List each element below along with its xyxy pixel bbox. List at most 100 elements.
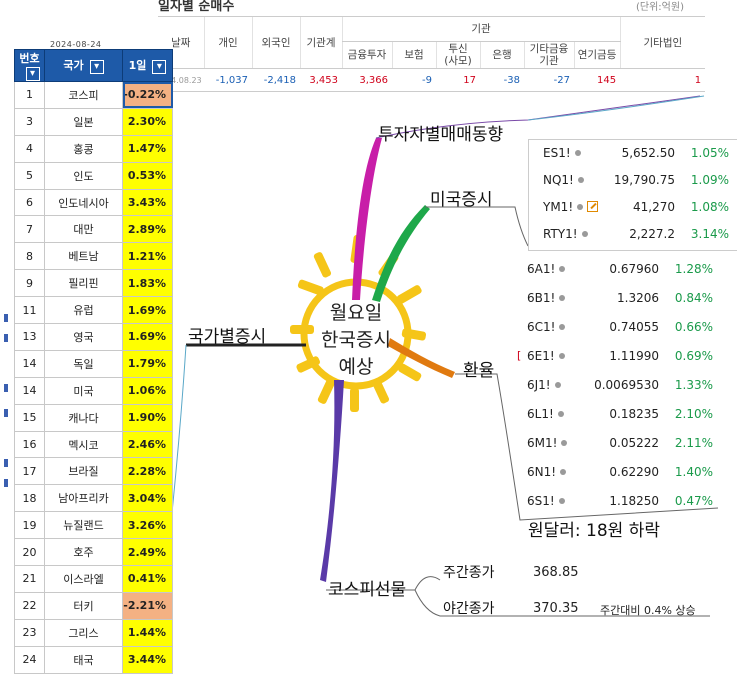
cell-country[interactable]: 베트남 (44, 242, 123, 271)
cell-country[interactable]: 인도 (44, 161, 123, 190)
node-krw-usd[interactable]: 원달러: 18원 하락 (528, 516, 660, 541)
cell-no[interactable]: 19 (14, 511, 45, 540)
cell-country[interactable]: 홍콩 (44, 134, 123, 163)
cell-pct[interactable]: 3.26% (122, 511, 173, 540)
cell-pct[interactable]: 1.47% (122, 134, 173, 163)
filter-icon[interactable]: ▾ (25, 67, 40, 81)
cell-country[interactable]: 일본 (44, 107, 123, 136)
cell-no[interactable]: 7 (14, 215, 45, 244)
filter-icon[interactable]: ▾ (89, 60, 104, 74)
fx-row[interactable]: 6C1! 0.74055 0.66% (515, 314, 719, 343)
quote-row[interactable]: ES1! 5,652.50 1.05% (529, 140, 737, 167)
table-row[interactable]: 20 호주 2.49% (14, 538, 173, 567)
fx-row[interactable]: 6J1! 0.0069530 1.33% (515, 372, 719, 401)
table-row[interactable]: 18 남아프리카 3.04% (14, 484, 173, 513)
cell-country[interactable]: 독일 (44, 349, 123, 378)
fx-row[interactable]: 6N1! 0.62290 1.40% (515, 459, 719, 488)
cell-pct[interactable]: 3.04% (122, 484, 173, 513)
table-row[interactable]: 9 필리핀 1.83% (14, 269, 173, 298)
table-row[interactable]: 14 미국 1.06% (14, 376, 173, 405)
cell-country[interactable]: 터키 (44, 591, 123, 620)
col-header-country[interactable]: 국가 ▾ (44, 49, 123, 82)
table-row[interactable]: 24 태국 3.44% (14, 645, 173, 674)
cell-no[interactable]: 3 (14, 107, 45, 136)
cell-no[interactable]: 18 (14, 484, 45, 513)
cell-no[interactable]: 5 (14, 161, 45, 190)
node-night-close[interactable]: 야간종가 (443, 598, 495, 618)
table-row[interactable]: 7 대만 2.89% (14, 215, 173, 244)
cell-pct[interactable]: -0.22% (122, 81, 173, 109)
cell-pct[interactable]: 0.53% (122, 161, 173, 190)
col-header-no[interactable]: 번호▾ (14, 49, 45, 82)
cell-no[interactable]: 13 (14, 323, 45, 351)
fx-row[interactable]: [6E1! 1.11990 0.69% (515, 343, 719, 372)
fx-row[interactable]: 6A1! 0.67960 1.28% (515, 256, 719, 285)
cell-no[interactable]: 1 (14, 81, 45, 109)
filter-icon[interactable]: ▾ (152, 60, 167, 74)
cell-country[interactable]: 인도네시아 (44, 188, 123, 217)
fx-row[interactable]: 6L1! 0.18235 2.10% (515, 401, 719, 430)
cell-no[interactable]: 14 (14, 349, 45, 378)
cell-pct[interactable]: 1.44% (122, 618, 173, 647)
node-kospi-futures[interactable]: 코스피선물 (328, 575, 406, 600)
cell-no[interactable]: 21 (14, 565, 45, 593)
node-country-market[interactable]: 국가별증시 (188, 322, 266, 347)
cell-no[interactable]: 16 (14, 430, 45, 459)
cell-pct[interactable]: 1.21% (122, 242, 173, 271)
cell-pct[interactable]: 0.41% (122, 565, 173, 593)
cell-country[interactable]: 대만 (44, 215, 123, 244)
cell-pct[interactable]: 1.79% (122, 349, 173, 378)
table-row[interactable]: 16 멕시코 2.46% (14, 430, 173, 459)
cell-country[interactable]: 브라질 (44, 457, 123, 486)
table-row[interactable]: 21 이스라엘 0.41% (14, 565, 173, 593)
node-day-close[interactable]: 주간종가 (443, 562, 495, 582)
fx-row[interactable]: 6B1! 1.3206 0.84% (515, 285, 719, 314)
cell-no[interactable]: 4 (14, 134, 45, 163)
fx-row[interactable]: 6S1! 1.18250 0.47% (515, 488, 719, 517)
cell-country[interactable]: 코스피 (44, 81, 123, 109)
quote-row[interactable]: RTY1! 2,227.2 3.14% (529, 221, 737, 248)
cell-country[interactable]: 미국 (44, 376, 123, 405)
table-row[interactable]: 4 홍콩 1.47% (14, 134, 173, 163)
cell-no[interactable]: 14 (14, 376, 45, 405)
table-row[interactable]: 17 브라질 2.28% (14, 457, 173, 486)
cell-country[interactable]: 영국 (44, 323, 123, 351)
node-fx[interactable]: 환율 (463, 356, 494, 381)
table-row[interactable]: 6 인도네시아 3.43% (14, 188, 173, 217)
col-header-1day[interactable]: 1일 ▾ (122, 49, 173, 82)
cell-pct[interactable]: 1.90% (122, 403, 173, 432)
cell-pct[interactable]: -2.21% (122, 591, 173, 620)
cell-pct[interactable]: 2.46% (122, 430, 173, 459)
cell-pct[interactable]: 3.43% (122, 188, 173, 217)
cell-country[interactable]: 그리스 (44, 618, 123, 647)
table-row[interactable]: 15 캐나다 1.90% (14, 403, 173, 432)
table-row[interactable]: 13 영국 1.69% (14, 323, 173, 351)
cell-pct[interactable]: 1.83% (122, 269, 173, 298)
edit-icon[interactable] (587, 201, 599, 212)
cell-no[interactable]: 23 (14, 618, 45, 647)
table-row[interactable]: 1 코스피 -0.22% (14, 81, 173, 109)
node-investor[interactable]: 투자자별매매동향 (378, 120, 503, 145)
cell-pct[interactable]: 1.69% (122, 296, 173, 325)
fx-row[interactable]: 6M1! 0.05222 2.11% (515, 430, 719, 459)
table-row[interactable]: 23 그리스 1.44% (14, 618, 173, 647)
cell-country[interactable]: 유럽 (44, 296, 123, 325)
node-us-market[interactable]: 미국증시 (430, 185, 493, 210)
cell-no[interactable]: 17 (14, 457, 45, 486)
table-row[interactable]: 19 뉴질랜드 3.26% (14, 511, 173, 540)
cell-pct[interactable]: 1.69% (122, 323, 173, 351)
quote-row[interactable]: NQ1! 19,790.75 1.09% (529, 167, 737, 194)
table-row[interactable]: 5 인도 0.53% (14, 161, 173, 190)
cell-country[interactable]: 멕시코 (44, 430, 123, 459)
cell-no[interactable]: 15 (14, 403, 45, 432)
cell-country[interactable]: 뉴질랜드 (44, 511, 123, 540)
cell-pct[interactable]: 2.89% (122, 215, 173, 244)
table-row[interactable]: 22 터키 -2.21% (14, 591, 173, 620)
cell-country[interactable]: 필리핀 (44, 269, 123, 298)
quote-row[interactable]: YM1! 41,270 1.08% (529, 194, 737, 221)
table-row[interactable]: 8 베트남 1.21% (14, 242, 173, 271)
cell-pct[interactable]: 2.49% (122, 538, 173, 567)
cell-country[interactable]: 이스라엘 (44, 565, 123, 593)
cell-country[interactable]: 호주 (44, 538, 123, 567)
cell-country[interactable]: 캐나다 (44, 403, 123, 432)
